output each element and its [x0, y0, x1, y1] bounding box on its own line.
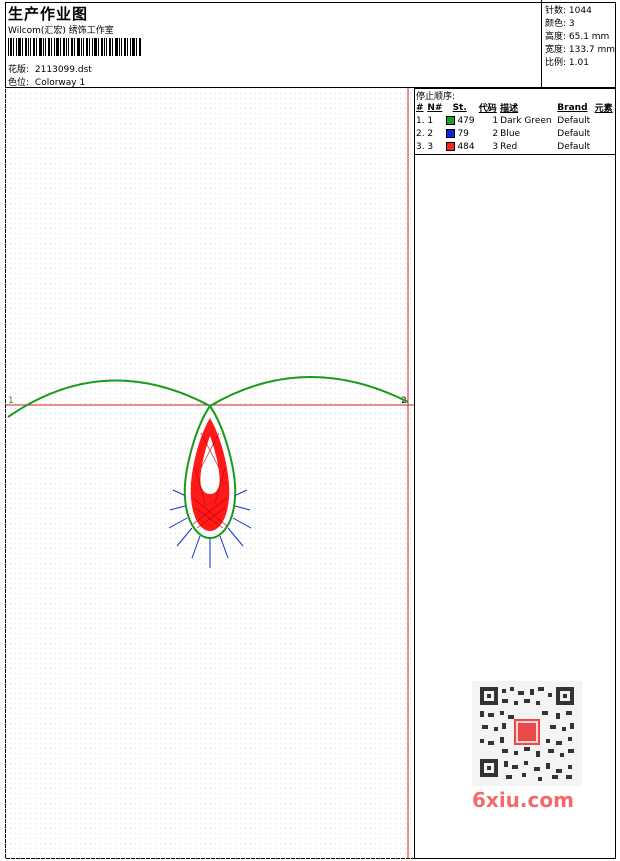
design-height: 高度: 65.1 mm [545, 32, 610, 42]
row-code: 1 [492, 115, 499, 126]
qr-code-image [472, 681, 582, 786]
row-stitches: 484 [445, 140, 478, 153]
row-element [594, 127, 615, 140]
design-scale: 比例: 1.01 [545, 58, 589, 68]
table-row: 1. 1 479 1 Dark Green Default [415, 114, 615, 127]
row-needle: 2 [426, 127, 444, 140]
page-title: 生产作业图 [8, 5, 89, 23]
row-brand: Default [557, 128, 591, 139]
colorway-value: Colorway 1 [34, 78, 86, 88]
row-element [594, 114, 615, 127]
table-divider [414, 154, 616, 155]
color-swatch [445, 141, 455, 151]
color-count: 颜色: 3 [545, 19, 575, 29]
design-stats: 针数: 1044 颜色: 3 高度: 65.1 mm 宽度: 133.7 mm … [543, 5, 617, 87]
row-needle: 3 [426, 140, 444, 153]
needle-number: 3 [427, 141, 434, 152]
row-code: 2 [492, 128, 499, 139]
colorway-line: 色位: Colorway 1 [8, 75, 85, 88]
row-needle: 1 [426, 114, 444, 127]
table-header-row: # N# St. 代码 描述 Brand 元素 [415, 101, 615, 115]
stats-divider [541, 0, 542, 88]
stitch-value: 484 [457, 141, 475, 152]
design-file-value: 2113099.dst [34, 65, 92, 75]
row-brand: Default [557, 115, 591, 126]
col-needle: N# [427, 102, 443, 113]
page-subtitle: Wilcom(汇宏) 绣饰工作室 [8, 26, 114, 36]
row-index: 3. [416, 141, 425, 152]
row-brand: Default [557, 141, 591, 152]
stitch-value: 479 [457, 115, 475, 126]
color-swatch [445, 115, 455, 125]
row-description: Dark Green [500, 115, 552, 126]
colorway-label: 色位: [8, 78, 30, 88]
needle-number: 2 [427, 128, 434, 139]
table-row: 3. 3 484 3 Red Default [415, 140, 615, 153]
row-stitches: 79 [445, 127, 478, 140]
table-row: 2. 2 79 2 Blue Default [415, 127, 615, 140]
start-marker: 1 [8, 396, 14, 406]
row-index: 2. [416, 128, 425, 139]
col-code: 代码 [478, 104, 497, 114]
design-width: 宽度: 133.7 mm [545, 45, 616, 55]
design-file-label: 花版: [8, 65, 30, 75]
design-file-line: 花版: 2113099.dst [8, 62, 92, 75]
stitch-value: 79 [457, 128, 469, 139]
row-code: 3 [492, 141, 499, 152]
row-stitches: 479 [445, 114, 478, 127]
col-description: 描述 [500, 104, 519, 114]
col-element: 元素 [594, 104, 613, 114]
qr-logo [514, 719, 540, 745]
needle-number: 1 [427, 115, 434, 126]
col-stitches: St. [452, 102, 467, 113]
row-index: 1. [416, 115, 425, 126]
embroidery-design-canvas: 1 2 [5, 88, 414, 859]
barcode-image [8, 38, 141, 56]
row-description: Blue [500, 128, 521, 139]
color-sequence-table: # N# St. 代码 描述 Brand 元素 1. 1 479 1 Dark … [415, 101, 615, 153]
row-description: Red [500, 141, 518, 152]
col-brand: Brand [557, 102, 588, 113]
stitch-count: 针数: 1044 [545, 6, 592, 16]
col-index: # [416, 102, 424, 113]
color-swatch [445, 128, 455, 138]
row-element [594, 140, 615, 153]
watermark-site: 6xiu.com [472, 788, 574, 812]
